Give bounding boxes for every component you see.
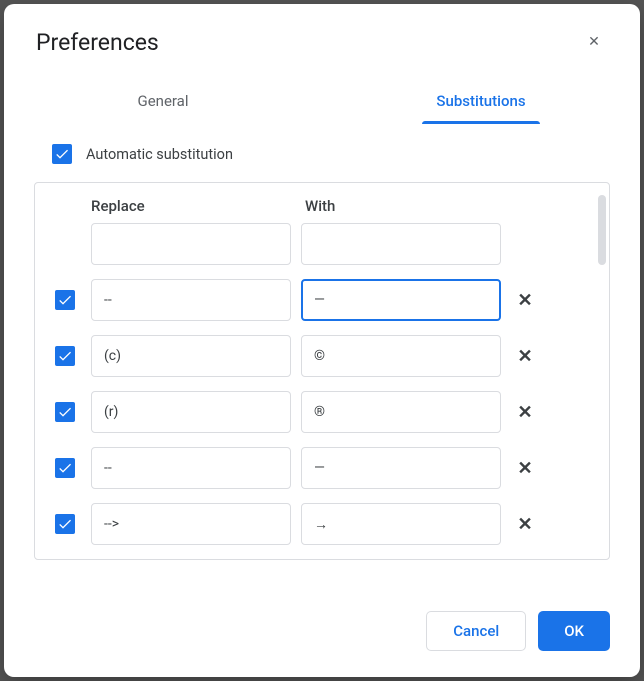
table-row <box>49 223 581 265</box>
close-icon: ✕ <box>588 34 600 50</box>
with-input[interactable]: ® <box>301 391 501 433</box>
tab-substitutions[interactable]: Substitutions <box>322 80 640 124</box>
table-row: --> → ✕ <box>49 503 581 545</box>
dialog-footer: Cancel OK <box>4 587 640 677</box>
substitutions-table: Replace With -- <box>34 182 610 560</box>
scrollbar-thumb[interactable] <box>598 195 606 265</box>
with-input[interactable]: → <box>301 503 501 545</box>
delete-row-button[interactable]: ✕ <box>511 514 539 535</box>
row-checkbox[interactable] <box>55 514 75 534</box>
checkmark-icon <box>57 460 73 476</box>
replace-input[interactable]: --> <box>91 503 291 545</box>
table-row: (c) © ✕ <box>49 335 581 377</box>
dialog-header: Preferences ✕ <box>4 4 640 66</box>
table-row: (r) ® ✕ <box>49 391 581 433</box>
column-header-with: With <box>305 197 335 215</box>
cancel-button[interactable]: Cancel <box>426 611 526 651</box>
automatic-substitution-label: Automatic substitution <box>86 146 233 163</box>
delete-row-button[interactable]: ✕ <box>511 458 539 479</box>
replace-input[interactable]: -- <box>91 447 291 489</box>
checkmark-icon <box>57 516 73 532</box>
dialog-body: Automatic substitution Replace With <box>4 124 640 587</box>
row-checkbox[interactable] <box>55 402 75 422</box>
delete-row-button[interactable]: ✕ <box>511 402 539 423</box>
automatic-substitution-row: Automatic substitution <box>34 144 610 164</box>
column-header-replace: Replace <box>91 197 305 215</box>
row-checkbox[interactable] <box>55 458 75 478</box>
table-inner: Replace With -- <box>35 183 609 560</box>
checkmark-icon <box>54 146 70 162</box>
delete-row-button[interactable]: ✕ <box>511 290 539 311</box>
ok-button[interactable]: OK <box>538 611 610 651</box>
close-button[interactable]: ✕ <box>578 26 610 58</box>
replace-input[interactable]: -- <box>91 279 291 321</box>
table-row: -- — ✕ <box>49 447 581 489</box>
checkmark-icon <box>57 348 73 364</box>
tab-general[interactable]: General <box>4 80 322 124</box>
with-input[interactable]: — <box>301 447 501 489</box>
with-input[interactable] <box>301 223 501 265</box>
table-row: -- — ✕ <box>49 279 581 321</box>
column-headers: Replace With <box>49 197 581 215</box>
automatic-substitution-checkbox[interactable] <box>52 144 72 164</box>
replace-input[interactable] <box>91 223 291 265</box>
replace-input[interactable]: (c) <box>91 335 291 377</box>
row-checkbox[interactable] <box>55 290 75 310</box>
delete-row-button[interactable]: ✕ <box>511 346 539 367</box>
preferences-dialog: Preferences ✕ General Substitutions Auto… <box>4 4 640 677</box>
checkmark-icon <box>57 404 73 420</box>
dialog-title: Preferences <box>36 29 159 56</box>
with-input[interactable]: — <box>301 279 501 321</box>
tab-bar: General Substitutions <box>4 80 640 124</box>
replace-input[interactable]: (r) <box>91 391 291 433</box>
with-input[interactable]: © <box>301 335 501 377</box>
checkmark-icon <box>57 292 73 308</box>
row-checkbox[interactable] <box>55 346 75 366</box>
